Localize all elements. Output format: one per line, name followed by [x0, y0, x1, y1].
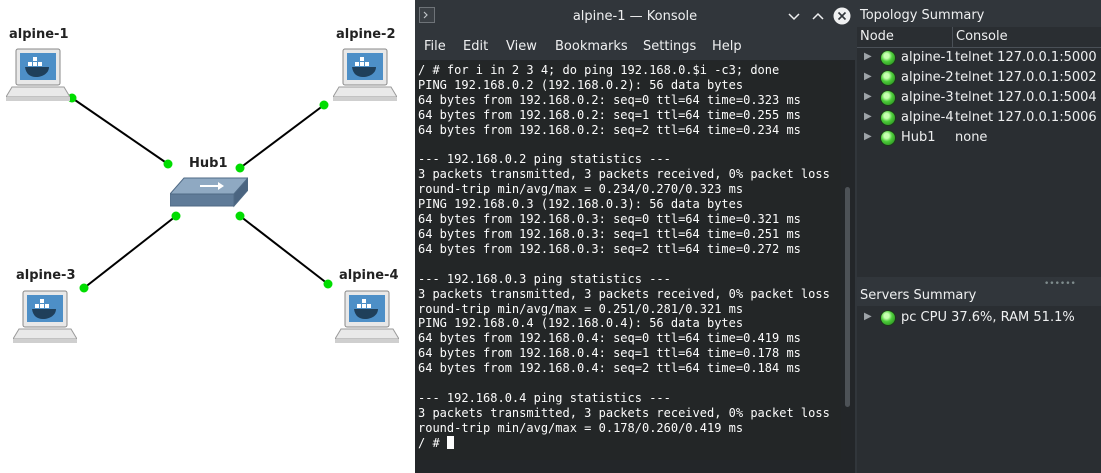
table-row[interactable]: ▶ alpine-1 telnet 127.0.0.1:5000	[857, 48, 1101, 68]
green-led-icon	[881, 51, 895, 65]
menu-edit[interactable]: Edit	[463, 33, 488, 60]
konsole-titlebar[interactable]: alpine-1 — Konsole	[415, 0, 855, 33]
terminal-prompt: / #	[418, 435, 447, 450]
row-node-name: alpine-3	[901, 90, 954, 105]
row-node-name: alpine-4	[901, 110, 954, 125]
laptop-docker-icon[interactable]	[333, 47, 397, 105]
laptop-docker-icon[interactable]	[335, 289, 399, 347]
link-status-dot	[163, 159, 173, 169]
green-led-icon	[881, 311, 895, 325]
chevron-right-icon[interactable]: ▶	[864, 131, 872, 142]
chevron-right-icon[interactable]: ▶	[864, 91, 872, 102]
link-status-dot	[171, 211, 181, 221]
row-console: telnet 127.0.0.1:5004	[955, 90, 1097, 105]
link-status-dot	[323, 279, 333, 289]
laptop-docker-icon[interactable]	[13, 289, 77, 347]
row-console: telnet 127.0.0.1:5006	[955, 110, 1097, 125]
menu-bookmarks[interactable]: Bookmarks	[555, 33, 628, 60]
node-label-alpine-3[interactable]: alpine-3	[16, 268, 76, 283]
link-alpine1-hub[interactable]	[71, 97, 169, 165]
menu-view[interactable]: View	[506, 33, 537, 60]
laptop-docker-icon[interactable]	[6, 47, 70, 105]
chevron-right-icon[interactable]: ▶	[864, 111, 872, 122]
menu-help[interactable]: Help	[712, 33, 742, 60]
splitter-handle[interactable]: ••••••	[1044, 279, 1076, 289]
right-dock: Topology Summary Node Console ▶ alpine-1…	[855, 0, 1101, 473]
link-status-dot	[319, 100, 329, 110]
konsole-window[interactable]: alpine-1 — Konsole File Edit View Bookma…	[415, 0, 855, 473]
node-label-alpine-1[interactable]: alpine-1	[9, 27, 69, 42]
node-label-hub1[interactable]: Hub1	[189, 156, 228, 171]
chevron-up-icon[interactable]	[810, 8, 826, 24]
row-node-name: alpine-2	[901, 70, 954, 85]
konsole-menubar: File Edit View Bookmarks Settings Help	[415, 33, 855, 60]
terminal-cursor	[446, 435, 454, 449]
link-alpine3-hub[interactable]	[83, 215, 177, 289]
table-row[interactable]: ▶ Hub1 none	[857, 128, 1101, 148]
row-console: none	[955, 130, 988, 145]
hub-icon[interactable]	[170, 174, 248, 210]
chevron-right-icon[interactable]: ▶	[864, 51, 872, 62]
topology-summary-table[interactable]: Node Console ▶ alpine-1 telnet 127.0.0.1…	[857, 27, 1101, 277]
terminal-scrollbar[interactable]	[843, 61, 853, 460]
green-led-icon	[881, 71, 895, 85]
servers-summary-title: Servers Summary	[860, 288, 977, 303]
topology-canvas[interactable]: Hub1 alpine-1 alpine-2 alpine-3 alpine-4	[0, 0, 415, 473]
chevron-right-icon[interactable]: ▶	[864, 71, 872, 82]
node-label-alpine-4[interactable]: alpine-4	[339, 268, 399, 283]
green-led-icon	[881, 111, 895, 125]
menu-settings[interactable]: Settings	[643, 33, 696, 60]
row-console: telnet 127.0.0.1:5000	[955, 50, 1097, 65]
table-row[interactable]: ▶ alpine-4 telnet 127.0.0.1:5006	[857, 108, 1101, 128]
link-status-dot	[235, 163, 245, 173]
chevron-down-icon[interactable]	[786, 8, 802, 24]
terminal-text: / # for i in 2 3 4; do ping 192.168.0.$i…	[418, 63, 830, 435]
node-label-alpine-2[interactable]: alpine-2	[336, 27, 396, 42]
table-row[interactable]: ▶ pc CPU 37.6%, RAM 51.1%	[857, 308, 1101, 328]
terminal-output[interactable]: / # for i in 2 3 4; do ping 192.168.0.$i…	[417, 61, 841, 460]
row-console: telnet 127.0.0.1:5002	[955, 70, 1097, 85]
scrollbar-thumb[interactable]	[845, 187, 850, 407]
table-row[interactable]: ▶ alpine-2 telnet 127.0.0.1:5002	[857, 68, 1101, 88]
row-node-name: alpine-1	[901, 50, 954, 65]
topology-summary-title: Topology Summary	[860, 8, 985, 23]
servers-summary-table[interactable]: ▶ pc CPU 37.6%, RAM 51.1%	[857, 306, 1101, 473]
row-node-name: Hub1	[901, 130, 936, 145]
green-led-icon	[881, 91, 895, 105]
link-status-dot	[235, 211, 245, 221]
column-header-console[interactable]: Console	[956, 27, 1008, 47]
close-icon[interactable]	[833, 7, 851, 25]
chevron-right-icon[interactable]: ▶	[864, 311, 872, 322]
link-alpine4-hub[interactable]	[239, 215, 329, 285]
link-status-dot	[79, 283, 89, 293]
column-header-node[interactable]: Node	[860, 27, 894, 47]
server-status: pc CPU 37.6%, RAM 51.1%	[901, 310, 1075, 325]
green-led-icon	[881, 131, 895, 145]
menu-file[interactable]: File	[424, 33, 446, 60]
link-alpine2-hub[interactable]	[239, 104, 325, 169]
table-row[interactable]: ▶ alpine-3 telnet 127.0.0.1:5004	[857, 88, 1101, 108]
column-divider	[952, 27, 953, 47]
